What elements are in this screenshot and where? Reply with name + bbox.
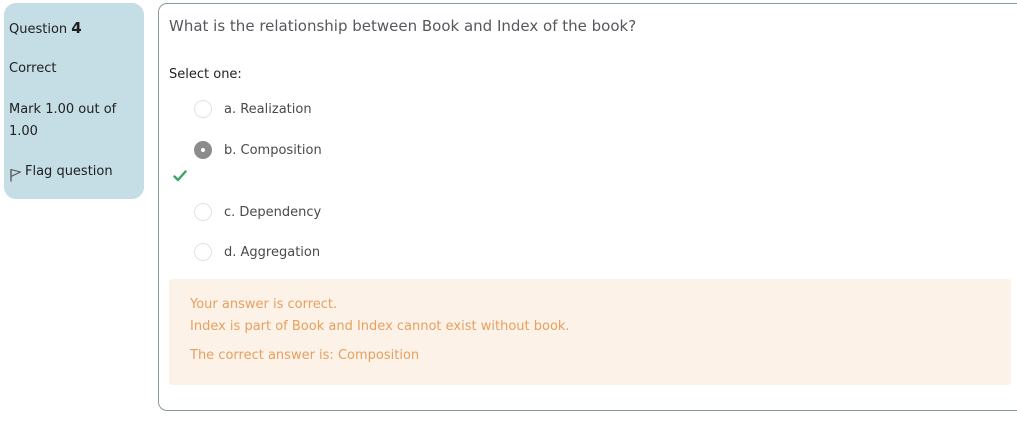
option-b[interactable]: b. Composition	[194, 141, 322, 159]
select-one-prompt: Select one:	[169, 67, 242, 82]
feedback-status: Your answer is correct.	[190, 297, 338, 312]
option-c[interactable]: c. Dependency	[194, 203, 321, 221]
question-number-value: 4	[71, 19, 82, 37]
option-b-label: b. Composition	[224, 142, 322, 158]
feedback-explanation: Index is part of Book and Index cannot e…	[190, 319, 570, 334]
flag-icon	[9, 168, 22, 182]
question-state: Correct	[9, 61, 57, 76]
option-a-label: a. Realization	[224, 101, 312, 117]
option-b-radio[interactable]	[194, 141, 212, 159]
correct-check-icon	[173, 167, 187, 182]
option-d-radio[interactable]	[194, 243, 212, 261]
option-a-radio[interactable]	[194, 100, 212, 118]
option-a[interactable]: a. Realization	[194, 100, 312, 118]
option-d-label: d. Aggregation	[224, 244, 321, 260]
flag-question-label: Flag question	[25, 164, 113, 179]
option-c-label: c. Dependency	[224, 204, 322, 220]
question-content: What is the relationship between Book an…	[158, 3, 1017, 411]
option-c-radio[interactable]	[194, 203, 212, 221]
option-d[interactable]: d. Aggregation	[194, 243, 320, 261]
question-text: What is the relationship between Book an…	[169, 17, 637, 35]
correct-answer-text: The correct answer is: Composition	[190, 348, 420, 363]
flag-question-link[interactable]: Flag question	[9, 162, 138, 182]
question-label: Question	[9, 22, 68, 37]
question-info-panel: Question 4 Correct Mark 1.00 out of 1.00…	[4, 3, 144, 199]
question-grade: Mark 1.00 out of 1.00	[9, 102, 117, 139]
feedback-box: Your answer is correct. Index is part of…	[169, 279, 1011, 385]
question-number: Question 4	[9, 18, 138, 40]
